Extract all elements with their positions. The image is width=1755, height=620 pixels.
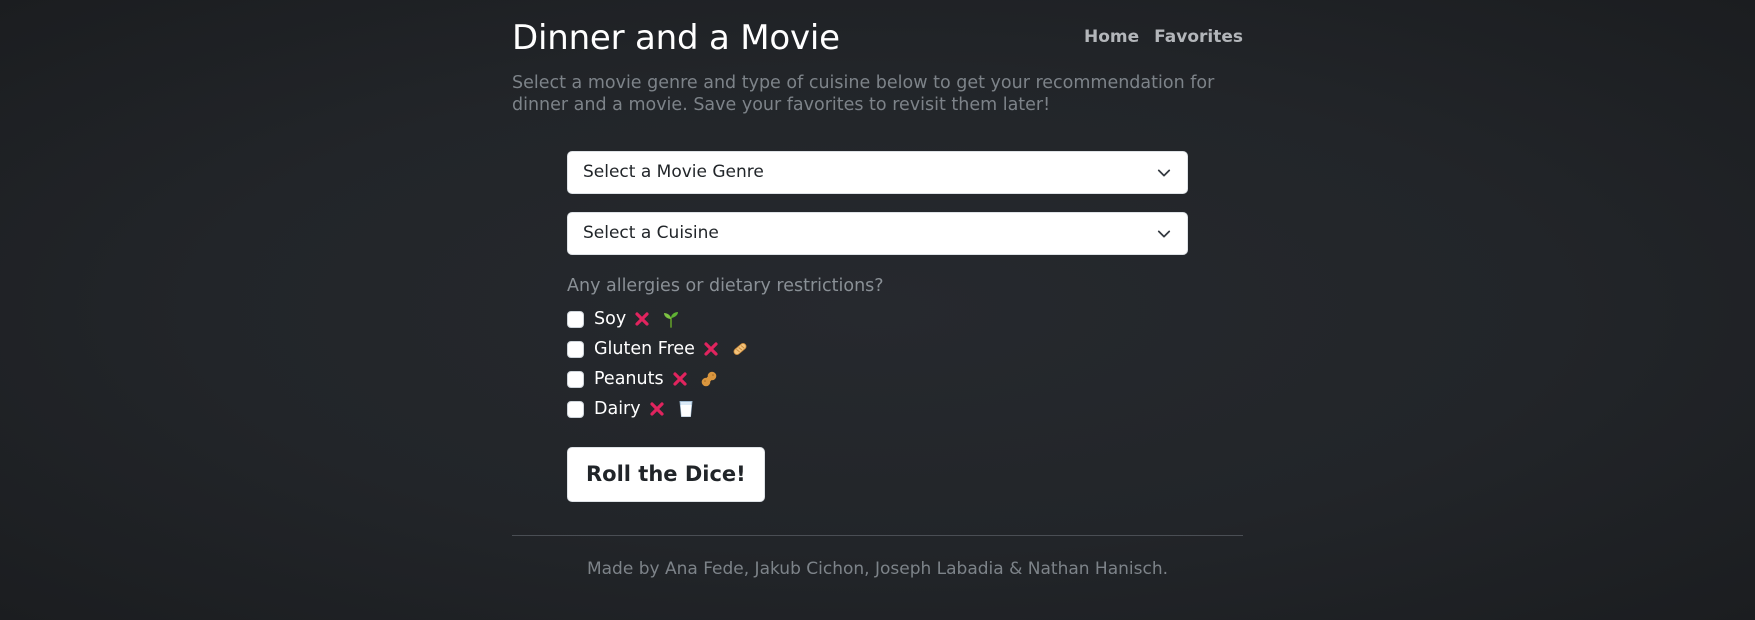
- footer: Made by Ana Fede, Jakub Cichon, Joseph L…: [512, 535, 1243, 579]
- dairy-label[interactable]: Dairy: [594, 399, 641, 419]
- intro-text: Select a movie genre and type of cuisine…: [512, 73, 1215, 115]
- allergy-option-soy: Soy: [567, 304, 1188, 334]
- cross-mark-icon: [704, 342, 718, 356]
- top-nav: Home Favorites: [1084, 27, 1243, 47]
- nav-link-home[interactable]: Home: [1084, 27, 1139, 47]
- soy-label[interactable]: Soy: [594, 309, 626, 329]
- peanuts-label[interactable]: Peanuts: [594, 369, 664, 389]
- allergy-option-gluten-free: Gluten Free: [567, 334, 1188, 364]
- movie-genre-select[interactable]: Select a Movie Genre: [567, 151, 1188, 194]
- cross-mark-icon: [635, 312, 649, 326]
- cuisine-select[interactable]: Select a Cuisine: [567, 212, 1188, 255]
- chevron-down-icon: [1157, 169, 1171, 177]
- allergy-option-dairy: Dairy: [567, 394, 1188, 424]
- page-title: Dinner and a Movie: [512, 18, 840, 58]
- seedling-icon: [664, 312, 679, 328]
- recommendation-form: Select a Movie Genre Select a Cuisine An…: [567, 151, 1188, 502]
- movie-genre-select-value: Select a Movie Genre: [583, 162, 764, 182]
- roll-the-dice-button[interactable]: Roll the Dice!: [567, 447, 765, 502]
- main-container: Dinner and a Movie Home Favorites Select…: [512, 0, 1243, 502]
- header: Dinner and a Movie Home Favorites: [512, 0, 1243, 70]
- peanuts-checkbox[interactable]: [567, 370, 584, 388]
- cross-mark-icon: [650, 402, 664, 416]
- peanut-icon: [701, 371, 716, 387]
- nav-link-favorites[interactable]: Favorites: [1154, 27, 1243, 47]
- gluten-free-checkbox[interactable]: [567, 340, 584, 358]
- footer-credits: Made by Ana Fede, Jakub Cichon, Joseph L…: [586, 559, 1169, 579]
- bread-icon: [733, 343, 747, 355]
- allergy-option-peanuts: Peanuts: [567, 364, 1188, 394]
- milk-glass-icon: [679, 401, 693, 417]
- allergy-checkbox-list: Soy Gluten Free Peanuts Dairy: [567, 304, 1188, 424]
- allergy-question: Any allergies or dietary restrictions?: [567, 276, 884, 296]
- cuisine-select-value: Select a Cuisine: [583, 223, 719, 243]
- dairy-checkbox[interactable]: [567, 400, 584, 418]
- cross-mark-icon: [672, 372, 687, 386]
- gluten-free-label[interactable]: Gluten Free: [594, 339, 695, 359]
- chevron-down-icon: [1157, 230, 1171, 238]
- soy-checkbox[interactable]: [567, 310, 584, 328]
